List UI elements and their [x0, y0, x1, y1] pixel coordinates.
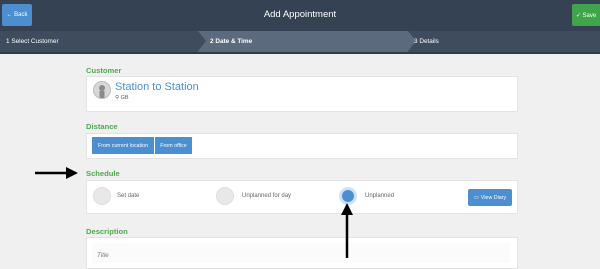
arrow-up-icon — [341, 203, 353, 258]
annotation-arrows — [35, 167, 353, 258]
arrow-right-icon — [35, 167, 78, 179]
